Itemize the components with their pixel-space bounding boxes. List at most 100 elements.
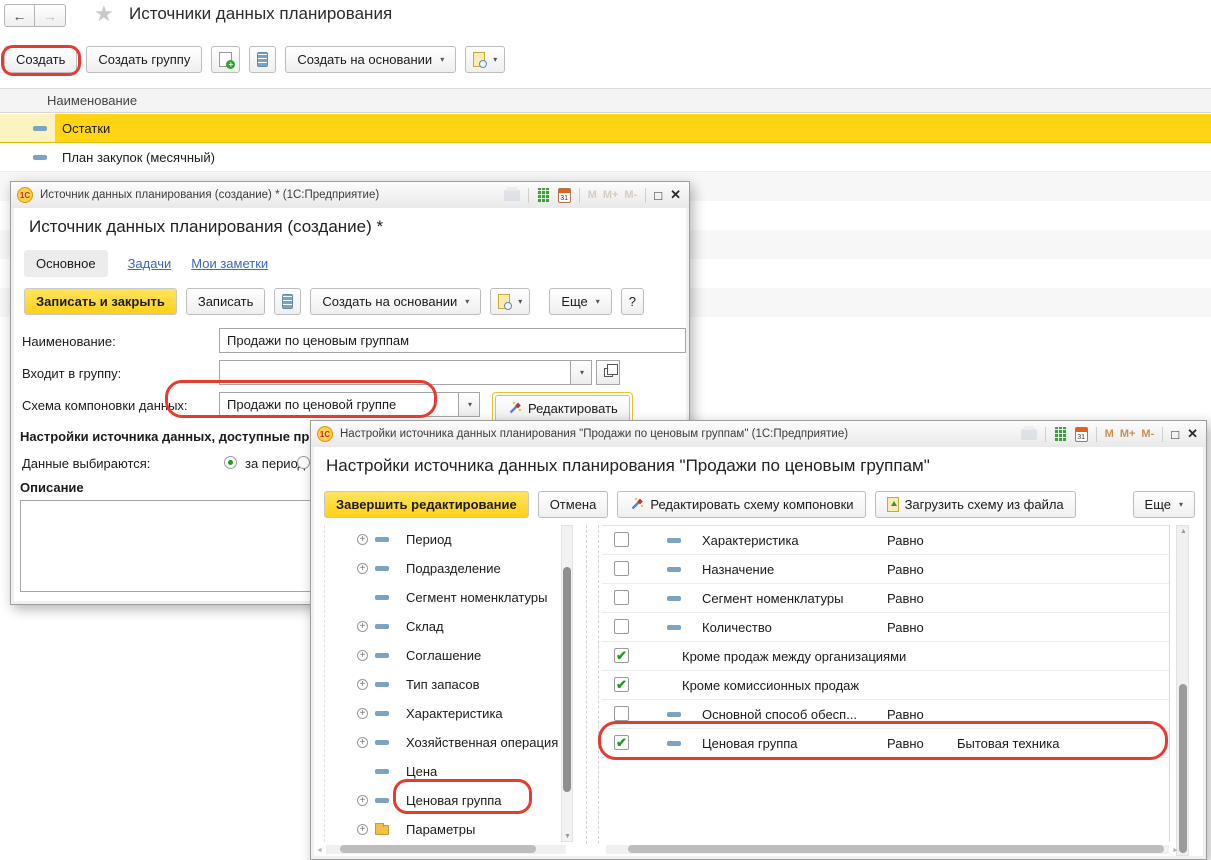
- close-icon[interactable]: ✕: [670, 187, 681, 203]
- calculator-icon[interactable]: [537, 188, 550, 203]
- group-open-button[interactable]: [596, 360, 620, 385]
- scrollbar-thumb[interactable]: [1179, 684, 1187, 853]
- related-documents-button[interactable]: [249, 46, 276, 73]
- panel-splitter[interactable]: [586, 525, 587, 844]
- filter-row[interactable]: Основной способ обесп... Равно: [602, 700, 1169, 729]
- memory-minus-button[interactable]: M-: [1141, 428, 1154, 440]
- finish-editing-button[interactable]: Завершить редактирование: [324, 491, 529, 518]
- tree-vertical-scrollbar[interactable]: ▼: [561, 525, 573, 842]
- load-schema-button[interactable]: Загрузить схему из файла: [875, 491, 1076, 518]
- tab-notes[interactable]: Мои заметки: [191, 250, 268, 277]
- list-row-ostatki[interactable]: Остатки: [0, 114, 1211, 143]
- filter-row[interactable]: ✔ Кроме комиссионных продаж: [602, 671, 1169, 700]
- scroll-up-icon[interactable]: ▲: [1180, 528, 1187, 535]
- radio-period[interactable]: [224, 456, 237, 469]
- close-icon[interactable]: ✕: [1187, 426, 1198, 442]
- tree-item-hoz-operaciya[interactable]: +Хозяйственная операция: [325, 728, 560, 757]
- checkbox[interactable]: [614, 590, 629, 605]
- calendar-icon[interactable]: 31: [1075, 427, 1088, 442]
- scroll-right-icon[interactable]: ►: [1172, 847, 1179, 854]
- checkbox[interactable]: [614, 561, 629, 576]
- checkbox[interactable]: [614, 706, 629, 721]
- tree-item-cenovaya-gruppa[interactable]: +Ценовая группа: [325, 786, 560, 815]
- expand-icon[interactable]: +: [357, 795, 368, 806]
- expand-icon[interactable]: +: [357, 621, 368, 632]
- create-button[interactable]: Создать: [4, 46, 77, 73]
- more-button[interactable]: Еще ▾: [1133, 491, 1195, 518]
- checkbox[interactable]: ✔: [614, 735, 629, 750]
- document-history-dropdown[interactable]: ▾: [465, 46, 505, 73]
- tree-item-sklad[interactable]: +Склад: [325, 612, 560, 641]
- filter-row[interactable]: Назначение Равно: [602, 555, 1169, 584]
- memory-minus-button[interactable]: M-: [624, 189, 637, 201]
- memory-plus-button[interactable]: M+: [603, 189, 619, 201]
- filter-row[interactable]: ✔ Кроме продаж между организациями: [602, 642, 1169, 671]
- filter-row[interactable]: Характеристика Равно: [602, 526, 1169, 555]
- expand-icon[interactable]: +: [357, 708, 368, 719]
- scroll-left-icon[interactable]: ◄: [316, 847, 323, 854]
- tree-horizontal-scrollbar[interactable]: [326, 845, 566, 854]
- create-based-on-button[interactable]: Создать на основании ▾: [310, 288, 481, 315]
- expand-icon[interactable]: +: [357, 534, 368, 545]
- filter-value[interactable]: Бытовая техника: [957, 736, 1059, 751]
- checkbox[interactable]: ✔: [614, 677, 629, 692]
- scrollbar-thumb[interactable]: [340, 845, 536, 853]
- group-input[interactable]: [219, 360, 571, 385]
- filter-row[interactable]: Количество Равно: [602, 613, 1169, 642]
- memory-button[interactable]: M: [588, 189, 597, 201]
- tree-item-parametry[interactable]: +Параметры: [325, 815, 560, 844]
- filter-condition[interactable]: Равно: [887, 562, 924, 577]
- group-dropdown-button[interactable]: ▾: [571, 360, 592, 385]
- list-row-plan-zakupok[interactable]: План закупок (месячный): [0, 143, 1211, 172]
- expand-icon[interactable]: +: [357, 563, 368, 574]
- save-and-close-button[interactable]: Записать и закрыть: [24, 288, 177, 315]
- list-column-header[interactable]: Наименование: [0, 88, 1211, 113]
- tree-item-soglashenie[interactable]: +Соглашение: [325, 641, 560, 670]
- maximize-icon[interactable]: □: [1171, 427, 1179, 442]
- back-button[interactable]: ←: [4, 4, 35, 27]
- filter-row[interactable]: Сегмент номенклатуры Равно: [602, 584, 1169, 613]
- tree-item-cena[interactable]: Цена: [325, 757, 560, 786]
- checkbox[interactable]: ✔: [614, 648, 629, 663]
- edit-schema-button[interactable]: Редактировать: [495, 395, 630, 422]
- tree-item-period[interactable]: +Период: [325, 525, 560, 554]
- tree-item-segment[interactable]: Сегмент номенклатуры: [325, 583, 560, 612]
- tab-main[interactable]: Основное: [24, 250, 108, 277]
- memory-plus-button[interactable]: M+: [1120, 428, 1136, 440]
- expand-icon[interactable]: +: [357, 679, 368, 690]
- help-button[interactable]: ?: [621, 288, 644, 315]
- calendar-icon[interactable]: 31: [558, 188, 571, 203]
- create-group-button[interactable]: Создать группу: [86, 46, 202, 73]
- more-button[interactable]: Еще ▾: [549, 288, 611, 315]
- list-vertical-scrollbar[interactable]: ▲: [1176, 525, 1189, 856]
- tree-item-podrazdelenie[interactable]: +Подразделение: [325, 554, 560, 583]
- filter-condition[interactable]: Равно: [887, 736, 924, 751]
- name-input[interactable]: Продажи по ценовым группам: [219, 328, 686, 353]
- print-icon[interactable]: [504, 190, 520, 201]
- calculator-icon[interactable]: [1054, 427, 1067, 442]
- panel-splitter[interactable]: [598, 525, 599, 844]
- checkbox[interactable]: [614, 532, 629, 547]
- document-history-dropdown[interactable]: ▾: [490, 288, 530, 315]
- list-horizontal-scrollbar[interactable]: [606, 845, 1169, 854]
- radio-second[interactable]: [297, 456, 310, 469]
- favorite-star-icon[interactable]: ★: [94, 1, 114, 27]
- scrollbar-thumb[interactable]: [628, 845, 1164, 853]
- schema-input[interactable]: Продажи по ценовой группе: [219, 392, 459, 417]
- filter-condition[interactable]: Равно: [887, 533, 924, 548]
- expand-icon[interactable]: +: [357, 650, 368, 661]
- expand-icon[interactable]: +: [357, 737, 368, 748]
- tree-item-harakteristika[interactable]: +Характеристика: [325, 699, 560, 728]
- memory-button[interactable]: M: [1105, 428, 1114, 440]
- forward-button[interactable]: →: [35, 4, 66, 27]
- edit-schema-button[interactable]: Редактировать схему компоновки: [617, 491, 865, 518]
- maximize-icon[interactable]: □: [654, 188, 662, 203]
- filter-condition[interactable]: Равно: [887, 591, 924, 606]
- related-documents-button[interactable]: [274, 288, 301, 315]
- print-icon[interactable]: [1021, 429, 1037, 440]
- save-button[interactable]: Записать: [186, 288, 266, 315]
- cancel-button[interactable]: Отмена: [538, 491, 609, 518]
- tree-item-tip-zapasov[interactable]: +Тип запасов: [325, 670, 560, 699]
- filter-condition[interactable]: Равно: [887, 707, 924, 722]
- create-based-on-button[interactable]: Создать на основании ▾: [285, 46, 456, 73]
